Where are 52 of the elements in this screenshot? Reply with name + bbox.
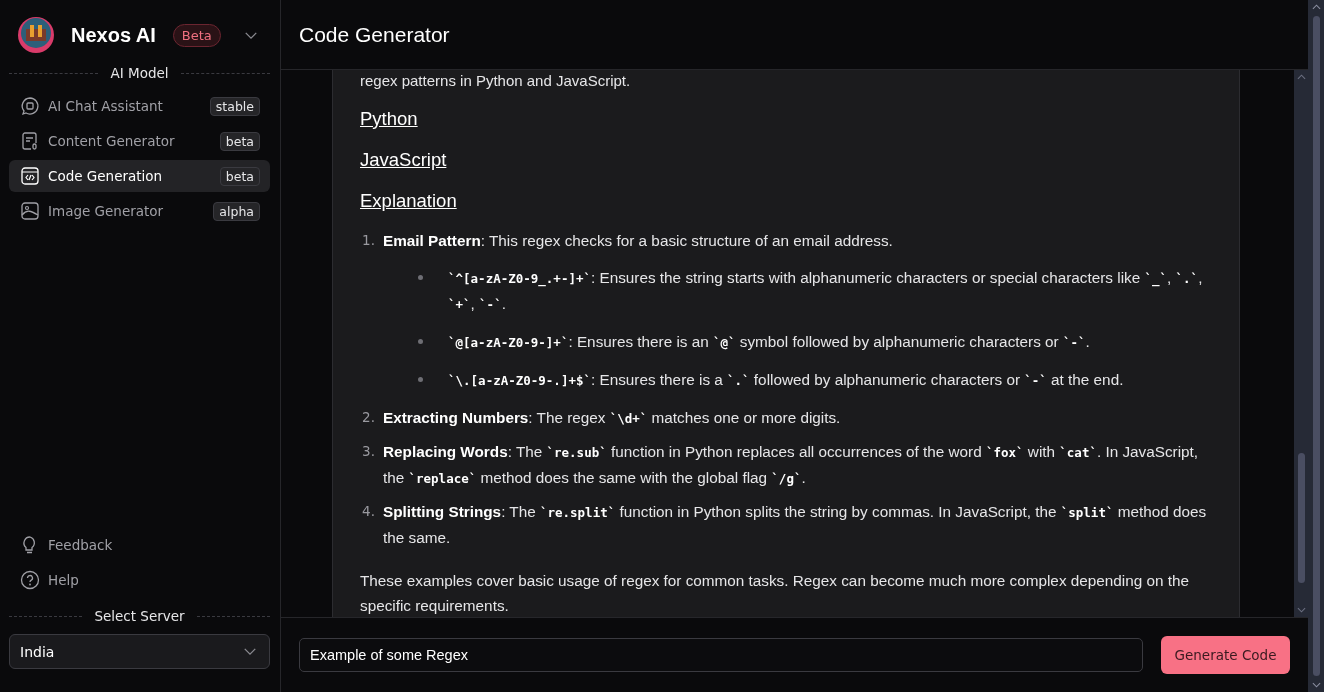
list-item-text: Email Pattern: This regex checks for a basic structure of an email address. (383, 231, 894, 251)
model-item[interactable]: AI Chat Assistant stable (9, 90, 270, 122)
section-heading-link[interactable]: JavaScript (360, 149, 447, 170)
bullet-text: `@[a-zA-Z0-9-]+`: Ensures there is an `@` symbol followed by alphanumeric characters or `-`. (448, 332, 1090, 352)
section-title: AI Model (110, 65, 169, 81)
paragraph: These examples cover basic usage of regex for common tasks. Regex can become much more complex depending on the specific requirements. (360, 571, 1190, 616)
scrollbar[interactable] (1294, 70, 1308, 617)
status-tag: beta (219, 166, 260, 186)
scrollbar-thumb[interactable] (1312, 16, 1320, 676)
scrollbar-thumb[interactable] (1297, 453, 1305, 583)
sidebar-link[interactable]: Feedback (9, 527, 270, 562)
bullet-icon (418, 275, 423, 280)
page-title: Code Generator (299, 22, 450, 47)
section-heading-link[interactable]: Explanation (360, 190, 457, 211)
list-number: 1. (361, 231, 376, 250)
document-icon (20, 131, 40, 151)
server-select[interactable]: India (9, 634, 270, 669)
bullet-text: `\.[a-zA-Z0-9-.]+$`: Ensures there is a `.` followed by alphanumeric characters or `-` at the end. (448, 370, 1124, 390)
status-tag: beta (219, 131, 260, 151)
app-name: Nexos AI (71, 23, 156, 47)
chevron-down-icon (243, 647, 257, 656)
model-item[interactable]: Content Generator beta (9, 125, 270, 157)
bullet-text: `^[a-zA-Z0-9_.+-]+`: Ensures the string starts with alphanumeric characters or special characters like `_`, `.`, `+`, `-`. (448, 268, 1204, 314)
bullet-icon (418, 339, 423, 344)
chat-chip-icon (20, 96, 40, 116)
paragraph: regex patterns in Python and JavaScript. (360, 71, 632, 91)
help-icon (20, 569, 40, 590)
section-heading-link[interactable]: Python (360, 108, 418, 129)
generate-button[interactable]: Generate Code (1161, 636, 1290, 674)
status-tag: stable (209, 96, 260, 116)
image-icon (20, 201, 40, 221)
status-tag: alpha (213, 201, 260, 221)
bullet-icon (418, 377, 423, 382)
scroll-up-icon[interactable] (1296, 74, 1306, 80)
beta-badge: Beta (172, 23, 221, 47)
list-number: 4. (361, 502, 376, 521)
page-scrollbar[interactable] (1308, 0, 1324, 692)
list-item-text: Extracting Numbers: The regex `\d+` matches one or more digits. (383, 408, 842, 428)
section-title: Select Server (94, 608, 185, 624)
scroll-up-icon[interactable] (1311, 4, 1321, 10)
model-item[interactable]: Code Generation beta (9, 160, 270, 192)
list-number: 2. (361, 408, 376, 427)
scroll-down-icon[interactable] (1296, 607, 1306, 613)
code-window-icon (20, 166, 40, 186)
list-item-text: Replacing Words: The `re.sub` function in Python replaces all occurrences of the word `fox` with `cat`. In JavaScript, the `replace` method does the same with the global flag `/g`. (383, 442, 1200, 488)
list-item-text: Splitting Strings: The `re.split` function in Python splits the string by commas. In JavaScript, the `split` method does the same. (383, 502, 1208, 548)
scroll-down-icon[interactable] (1311, 682, 1321, 688)
list-number: 3. (361, 442, 376, 461)
sidebar-link[interactable]: Help (9, 562, 270, 597)
model-item[interactable]: Image Generator alpha (9, 195, 270, 227)
chevron-down-icon[interactable] (244, 30, 258, 40)
prompt-input[interactable]: Example of some Regex (299, 638, 1143, 672)
